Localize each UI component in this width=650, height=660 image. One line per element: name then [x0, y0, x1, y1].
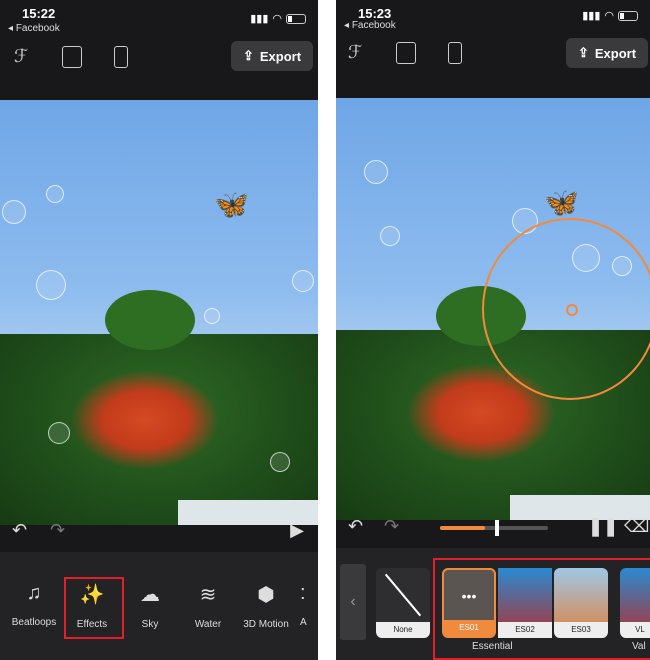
effect-none[interactable]: None [376, 568, 430, 638]
tool-sky[interactable]: ☁ Sky [120, 582, 180, 630]
redo-icon[interactable]: ↷ [384, 516, 399, 537]
status-icons: ▮▮▮ ◠ [582, 9, 638, 22]
right-screen: 15:23 ◂ Facebook ▮▮▮ ◠ ℱ ⇪ Export 🦋 ↶ ↷ ❚❚… [336, 0, 650, 660]
tool-bar: ♫ Beatloops ✨ Effects ☁ Sky ≋ Water ⬢ 3D Moti… [0, 552, 318, 660]
pause-icon[interactable]: ❚❚ [588, 516, 618, 537]
photo-canvas[interactable]: 🦋 [0, 100, 318, 525]
wifi-icon: ◠ [604, 10, 614, 22]
share-icon: ⇪ [577, 45, 589, 60]
butterfly: 🦋 [214, 189, 249, 220]
collapse-chevron-icon[interactable]: ‹ [340, 564, 366, 640]
flowers [70, 370, 220, 470]
brush-center[interactable] [566, 304, 578, 316]
bubble [204, 308, 220, 324]
playback-controls: ↶ ↷ ▶ [0, 520, 318, 546]
bubble [364, 160, 388, 184]
gallery-icon[interactable] [396, 42, 416, 64]
gallery-icon[interactable] [62, 46, 82, 68]
left-screen: 15:22 ◂ Facebook ▮▮▮ ◠ ℱ ⇪ Export 🦋 ↶ ↷ ▶ … [0, 0, 318, 660]
bubble [270, 452, 290, 472]
eraser-icon[interactable]: ⌫ [624, 516, 649, 537]
bubble [2, 200, 26, 224]
back-to-app-link[interactable]: ◂ Facebook [344, 20, 396, 31]
share-icon: ⇪ [242, 48, 254, 63]
effects-highlight-box [64, 577, 124, 639]
tool-label: 3D Motion [243, 619, 289, 630]
tool-label: Water [194, 619, 222, 630]
timeline-slider[interactable] [440, 520, 548, 536]
tree [105, 290, 195, 350]
status-icons: ▮▮▮ ◠ [250, 12, 306, 25]
back-label: Facebook [351, 20, 396, 31]
back-label: Facebook [15, 23, 60, 34]
cloud-icon: ☁ [140, 584, 160, 606]
tool-label: Sky [141, 619, 159, 630]
effect-label: None [376, 622, 430, 638]
signal-icon: ▮▮▮ [250, 13, 269, 25]
battery-icon [618, 10, 638, 21]
export-label: Export [259, 48, 302, 64]
tool-3d-motion[interactable]: ⬢ 3D Motion [236, 582, 296, 630]
tool-water[interactable]: ≋ Water [178, 582, 238, 630]
tool-label: Beatloops [11, 617, 57, 628]
play-icon[interactable]: ▶ [290, 520, 304, 541]
export-button[interactable]: ⇪ Export [231, 41, 313, 71]
tool-icon: : [300, 582, 306, 604]
redo-icon[interactable]: ↷ [50, 520, 65, 541]
butterfly: 🦋 [544, 187, 579, 218]
none-slash-icon [384, 573, 422, 617]
effects-highlight-box [433, 558, 650, 660]
timeline-handle[interactable] [495, 520, 500, 536]
wifi-icon: ◠ [272, 13, 282, 25]
bubble [48, 422, 70, 444]
bubble [380, 226, 400, 246]
bubble [46, 185, 64, 203]
book-icon[interactable] [448, 42, 462, 64]
bubble [292, 270, 314, 292]
cube-icon: ⬢ [257, 584, 275, 606]
export-label: Export [594, 45, 637, 61]
photo-canvas[interactable]: 🦋 [336, 98, 650, 520]
signal-icon: ▮▮▮ [582, 10, 601, 22]
playback-controls: ↶ ↷ ❚❚ ⌫ [336, 516, 650, 542]
tool-beatloops[interactable]: ♫ Beatloops [4, 582, 64, 628]
bubble [36, 270, 66, 300]
timeline-progress [440, 526, 486, 530]
feather-icon[interactable]: ℱ [348, 42, 368, 64]
back-to-app-link[interactable]: ◂ Facebook [8, 23, 60, 34]
tool-partial[interactable]: :A [300, 582, 318, 628]
undo-icon[interactable]: ↶ [348, 516, 363, 537]
feather-icon[interactable]: ℱ [14, 46, 34, 68]
status-time: 15:22 [22, 6, 56, 21]
tool-label: A [300, 617, 307, 628]
export-button[interactable]: ⇪ Export [566, 38, 648, 68]
battery-icon [286, 13, 306, 24]
music-note-icon: ♫ [26, 582, 42, 604]
status-time: 15:23 [358, 6, 392, 21]
book-icon[interactable] [114, 46, 128, 68]
undo-icon[interactable]: ↶ [12, 520, 27, 541]
waves-icon: ≋ [199, 584, 217, 606]
